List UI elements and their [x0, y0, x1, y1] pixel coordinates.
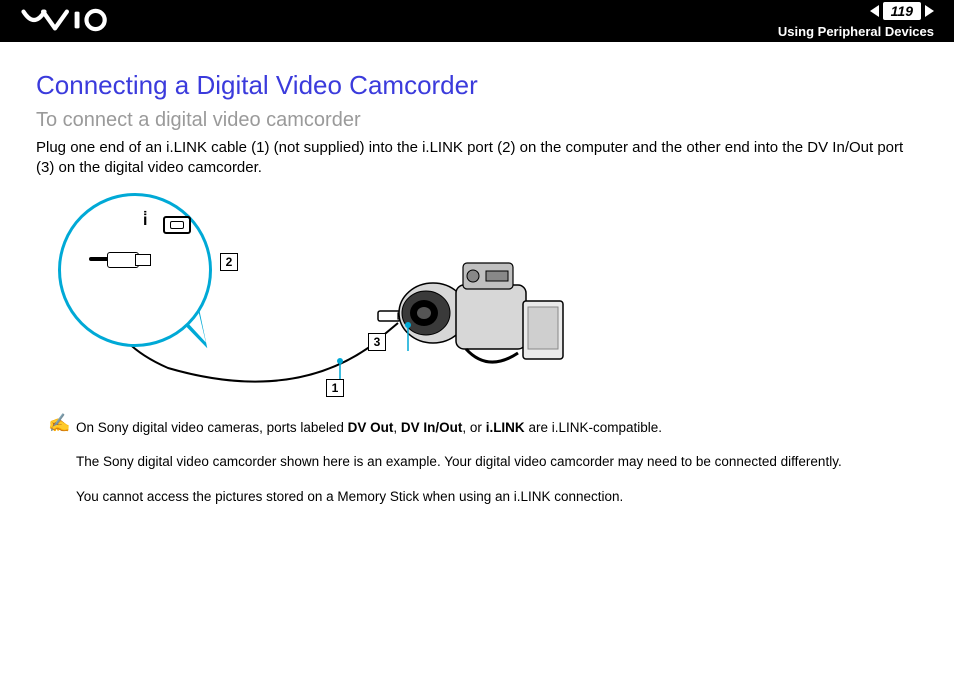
callout-number-2: 2	[220, 253, 238, 271]
next-page-icon[interactable]	[925, 5, 934, 17]
note-3: You cannot access the pictures stored on…	[76, 488, 918, 507]
page-content: Connecting a Digital Video Camcorder To …	[0, 42, 954, 507]
prev-page-icon[interactable]	[870, 5, 879, 17]
page-title: Connecting a Digital Video Camcorder	[36, 70, 918, 101]
notes-block: ✍ On Sony digital video cameras, ports l…	[76, 419, 918, 508]
callout-number-1: 1	[326, 379, 344, 397]
cable-plug-icon	[89, 248, 149, 270]
page-number: 119	[883, 2, 921, 20]
connection-diagram: i̇ 2 1 3	[48, 193, 608, 403]
section-title: Using Peripheral Devices	[778, 24, 934, 39]
page-subtitle: To connect a digital video camcorder	[36, 109, 918, 132]
ilink-port-icon	[163, 216, 191, 234]
note-icon: ✍	[48, 413, 70, 434]
vaio-logo	[20, 6, 132, 34]
note-1: On Sony digital video cameras, ports lab…	[76, 419, 918, 438]
port-callout: i̇	[58, 193, 212, 347]
note-2: The Sony digital video camcorder shown h…	[76, 453, 918, 472]
header-bar: 119 Using Peripheral Devices	[0, 0, 954, 42]
camcorder-illustration	[378, 253, 578, 383]
ilink-dot-icon: i̇	[143, 212, 147, 230]
page-navigator: 119	[870, 2, 934, 20]
body-paragraph: Plug one end of an i.LINK cable (1) (not…	[36, 138, 918, 179]
